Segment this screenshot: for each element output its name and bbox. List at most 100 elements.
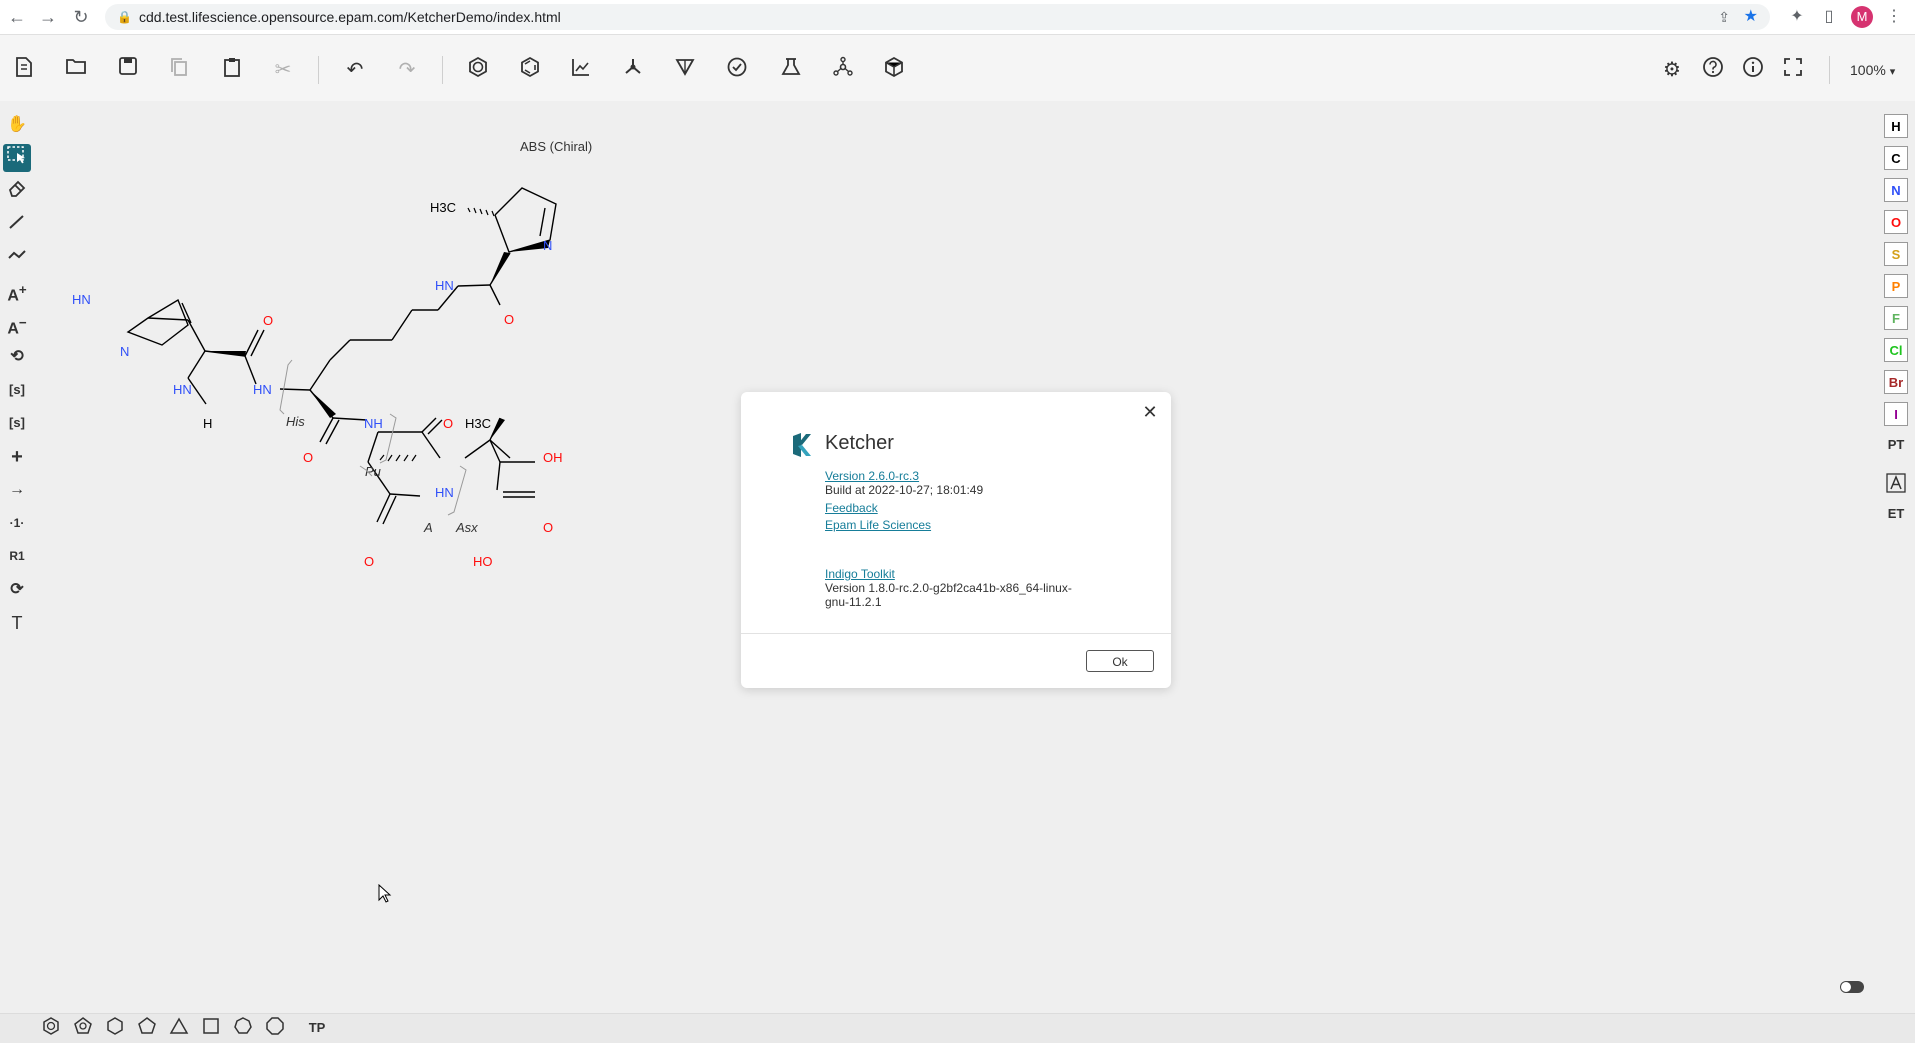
about-icon[interactable] [1739,56,1767,84]
atom-label: O [263,313,273,328]
theme-toggle[interactable] [1840,981,1864,993]
clean-icon[interactable] [619,56,647,84]
redo-icon[interactable]: ↷ [393,56,421,84]
dearomatize-icon[interactable] [516,56,544,84]
atom-h-button[interactable]: H [1884,114,1908,138]
miew-icon[interactable] [829,56,857,84]
pentagon-icon[interactable] [71,1016,95,1040]
extensions-icon[interactable]: ✦ [1786,6,1808,28]
font-icon[interactable] [1884,473,1908,497]
sgroup-icon[interactable]: [s] [3,376,31,404]
avatar[interactable]: M [1851,6,1873,28]
reaction-arrow-icon[interactable]: → [3,476,31,504]
atom-label: O [504,312,514,327]
text-tool-icon[interactable]: T [3,609,31,637]
atom-c-button[interactable]: C [1884,146,1908,170]
data-sgroup-icon[interactable]: [s] [3,409,31,437]
settings-icon[interactable]: ⚙ [1658,56,1686,84]
charge-minus-icon[interactable]: A− [3,309,31,337]
sgroup-label: [s] [9,382,25,397]
feedback-link[interactable]: Feedback [825,501,878,515]
atom-br-button[interactable]: Br [1884,370,1908,394]
cyclohexane-icon[interactable] [103,1016,127,1040]
reaction-cycle-icon[interactable]: ⟳ [3,576,31,604]
fullscreen-icon[interactable] [1779,56,1807,84]
indigo-link[interactable]: Indigo Toolkit [825,567,895,581]
reload-icon[interactable]: ↻ [70,6,92,28]
layout-icon[interactable] [567,56,595,84]
back-arrow-icon[interactable]: ← [6,6,28,28]
atom-o-button[interactable]: O [1884,210,1908,234]
atom-p-button[interactable]: P [1884,274,1908,298]
zoom-select[interactable]: 100% ▾ [1850,56,1895,84]
mouse-cursor-icon [378,884,392,903]
atom-f-button[interactable]: F [1884,306,1908,330]
atom-label: O [303,450,313,465]
ok-button[interactable]: Ok [1086,650,1154,672]
template-library-icon[interactable]: TP [305,1016,329,1040]
atom-label: HO [473,554,493,569]
copy-icon[interactable] [165,56,193,84]
analyse-icon[interactable] [671,56,699,84]
chain-icon[interactable] [3,243,31,271]
rotate-icon[interactable]: ⟲ [3,343,31,371]
3d-view-icon[interactable] [880,56,908,84]
share-icon[interactable]: ⇪ [1718,4,1730,30]
url-text[interactable]: cdd.test.lifescience.opensource.epam.com… [139,4,561,30]
atom-s-button[interactable]: S [1884,242,1908,266]
sgroup-label: His [286,414,305,429]
atom-label: HN [173,382,192,397]
atom-cl-button[interactable]: Cl [1884,338,1908,362]
atom-label: OH [543,450,563,465]
check-icon[interactable] [723,56,751,84]
bookmark-star-icon[interactable]: ★ [1744,4,1758,30]
atom-n-button[interactable]: N [1884,178,1908,202]
bond-icon[interactable] [3,211,31,239]
charge-plus-label: A [7,287,19,305]
lock-icon[interactable]: 🔒 [117,4,132,30]
cyclopropane-icon[interactable] [167,1016,191,1040]
aromatize-icon[interactable] [464,56,492,84]
forward-arrow-icon[interactable]: → [37,6,59,28]
atom-label: N [543,238,552,253]
close-icon[interactable]: ✕ [1140,402,1160,422]
undo-icon[interactable]: ↶ [341,56,369,84]
extended-table-button[interactable]: ET [1884,502,1908,526]
charge-plus-icon[interactable]: A+ [3,276,31,304]
zoom-value: 100% [1850,62,1886,78]
reaction-mapping-icon[interactable]: ·1· [3,509,31,537]
save-icon[interactable] [114,56,142,84]
hand-icon[interactable]: ✋ [3,111,31,139]
eraser-icon[interactable] [3,176,31,204]
atom-label: HN [253,382,272,397]
cyclopentane-icon[interactable] [135,1016,159,1040]
browser-bar: ← → ↻ 🔒 cdd.test.lifescience.opensource.… [0,0,1915,35]
select-lasso-icon[interactable] [3,144,31,172]
atom-i-button[interactable]: I [1884,402,1908,426]
chemical-icon[interactable] [777,56,805,84]
open-icon[interactable] [62,56,90,84]
atom-label: O [364,554,374,569]
benzene-icon[interactable] [39,1016,63,1040]
paste-icon[interactable] [218,56,246,84]
atom-label: O [543,520,553,535]
atom-label: N [120,344,129,359]
sidebar-icon[interactable]: ▯ [1818,6,1840,28]
cyclobutane-icon[interactable] [199,1016,223,1040]
toolbar-divider [318,56,319,84]
about-dialog: ✕ Ketcher Version 2.6.0-rc.3 Build at 20… [741,392,1171,688]
rgroup-icon[interactable]: R1 [3,542,31,570]
plus-icon[interactable]: + [3,443,31,471]
cut-icon[interactable]: ✂ [269,56,297,84]
data-sgroup-label: [s] [9,415,25,430]
address-bar[interactable]: 🔒 cdd.test.lifescience.opensource.epam.c… [105,4,1770,30]
version-link[interactable]: Version 2.6.0-rc.3 [825,469,919,483]
periodic-table-button[interactable]: PT [1884,433,1908,457]
menu-dots-icon[interactable]: ⋮ [1883,6,1905,28]
help-icon[interactable] [1699,56,1727,84]
atom-label: NH [364,416,383,431]
new-file-icon[interactable] [10,56,38,84]
cyclooctane-icon[interactable] [263,1016,287,1040]
epam-link[interactable]: Epam Life Sciences [825,518,931,532]
cycloheptane-icon[interactable] [231,1016,255,1040]
